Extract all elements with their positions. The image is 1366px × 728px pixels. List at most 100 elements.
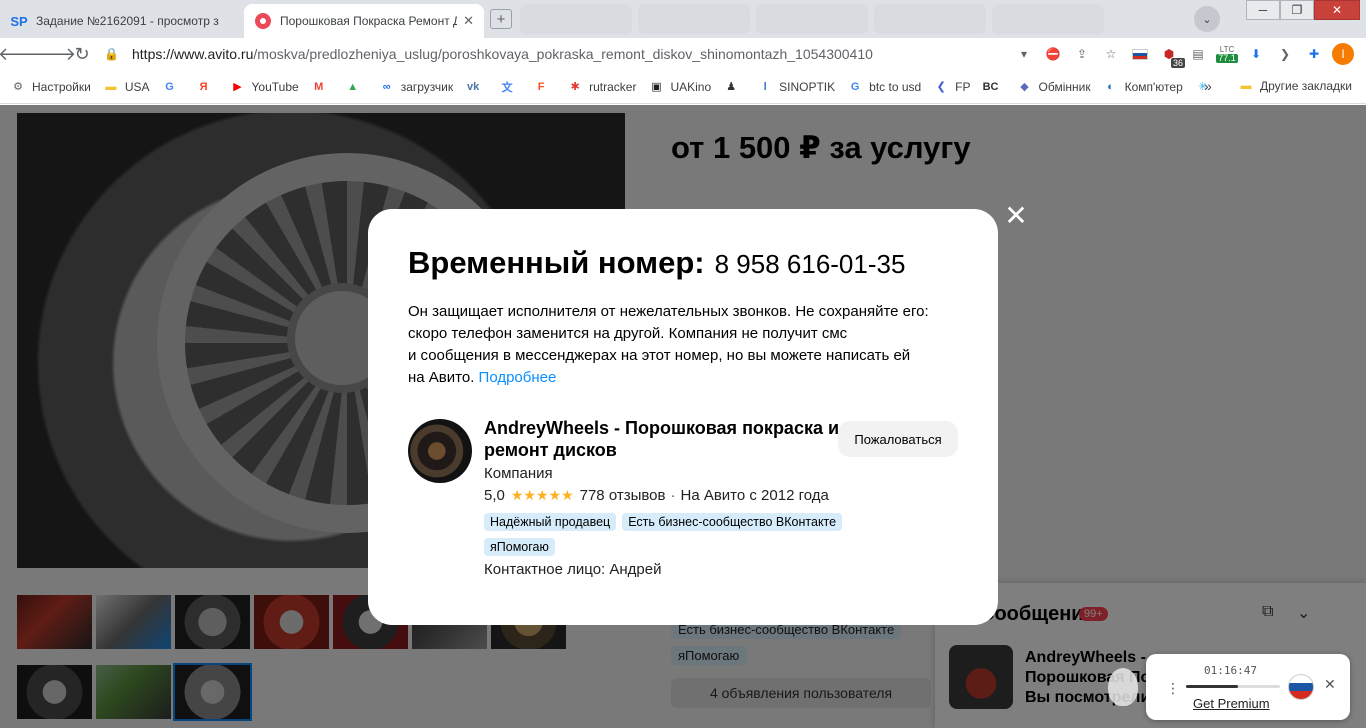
share-icon[interactable]: ⇪ <box>1070 42 1094 66</box>
google-icon: G <box>850 80 860 93</box>
reload-icon[interactable]: ↻ <box>70 42 94 66</box>
background-tab[interactable] <box>756 4 868 34</box>
bookmark-label: Комп'ютер <box>1124 79 1183 94</box>
tab-search-chevron-icon[interactable]: ⌄ <box>1194 6 1220 32</box>
gear-icon: ⚙ <box>13 81 23 93</box>
download-icon[interactable]: ⬇ <box>1244 42 1268 66</box>
bookmark-item[interactable]: ♟ <box>723 79 745 95</box>
widget-menu-icon[interactable]: ⋮ <box>1166 680 1180 697</box>
bookmark-label: btc to usd <box>869 79 922 94</box>
tab-title: Задание №2162091 - просмотр з <box>36 14 219 28</box>
bookmark-label: UAKino <box>670 79 712 94</box>
blocked-popup-icon[interactable]: ⛔ <box>1041 42 1065 66</box>
chrome-menu-icon[interactable]: ⚙ <box>1360 42 1366 66</box>
other-bookmarks[interactable]: ▬ Другие закладки <box>1238 78 1352 94</box>
background-tab[interactable] <box>992 4 1104 34</box>
widget-progress-bar <box>1186 685 1280 688</box>
background-tab[interactable] <box>520 4 632 34</box>
extensions-toolbar: ▾ ⛔ ⇪ ☆ ⬢36 ▤ LTC 77.1 ⬇ ❯ ✚ I ⚙ <box>1012 42 1366 68</box>
bookmark-item[interactable]: vk <box>465 79 487 95</box>
bookmark-item[interactable]: ∞ загрузчик <box>379 79 453 95</box>
background-tab[interactable] <box>638 4 750 34</box>
bookmark-item[interactable]: ▲ <box>345 79 367 95</box>
bookmark-item[interactable]: F <box>533 79 555 95</box>
ltc-value: 77.1 <box>1216 53 1238 63</box>
puzzle-extensions-icon[interactable]: ✚ <box>1302 42 1326 66</box>
seller-name[interactable]: AndreyWheels - Порошковая покраска и рем… <box>484 417 840 461</box>
rating-stars-icon: ★★★★★ <box>510 487 574 503</box>
bookmark-item[interactable]: 文 <box>499 79 521 95</box>
seller-type: Компания <box>484 465 553 482</box>
russian-flag-icon[interactable] <box>1288 674 1314 700</box>
modal-description: Он защищает исполнителя от нежелательных… <box>408 303 929 386</box>
rating-value: 5,0 <box>484 487 505 504</box>
bookmark-item[interactable]: ǀ SINOPTIK <box>757 79 836 95</box>
bookmark-item[interactable]: G <box>162 79 184 95</box>
bookmark-item[interactable]: Я <box>196 79 218 95</box>
gmail-icon: M <box>314 80 324 93</box>
other-bookmarks-label: Другие закладки <box>1260 79 1352 93</box>
modal-close-icon[interactable]: ✕ <box>1004 202 1028 230</box>
bookmark-item[interactable]: Gbtc to usd <box>847 79 921 95</box>
window-controls: ─ ❐ ✕ <box>1246 0 1360 20</box>
get-premium-link[interactable]: Get Premium <box>1193 696 1270 711</box>
background-tabs <box>520 4 1110 34</box>
bookmark-label: USA <box>124 79 150 94</box>
bookmark-star-icon[interactable]: ☆ <box>1099 42 1123 66</box>
member-since: На Авито с 2012 года <box>680 487 829 504</box>
minimize-button[interactable]: ─ <box>1246 0 1280 20</box>
url-host: https://www.avito.ru <box>132 46 254 62</box>
adblock-icon[interactable]: ⬢ 36 <box>1157 42 1185 68</box>
new-tab-button[interactable]: + <box>490 9 512 29</box>
f-icon: F <box>537 80 545 93</box>
google-icon: G <box>165 80 174 93</box>
url-field[interactable]: 🔒 https://www.avito.ru/moskva/predlozhen… <box>104 41 1022 67</box>
reviews-count[interactable]: 778 отзывов <box>580 487 666 504</box>
bookmark-item[interactable]: BC <box>983 79 1005 95</box>
bookmark-item[interactable]: ◐ Комп'ютер <box>1103 79 1183 95</box>
badge-vk-community: Есть бизнес-сообщество ВКонтакте <box>622 513 843 531</box>
bookmark-item[interactable]: ▶ YouTube <box>230 79 298 95</box>
bookmark-label: FP <box>955 79 971 94</box>
learn-more-link[interactable]: Подробнее <box>479 369 557 386</box>
bookmark-item[interactable]: ✱ rutracker <box>567 79 636 95</box>
bookmark-item[interactable]: ▣ UAKino <box>648 79 711 95</box>
bookmark-label: rutracker <box>589 79 637 94</box>
terminal-icon[interactable]: ❯ <box>1273 42 1297 66</box>
bookmarks-more-icon[interactable]: » <box>1204 78 1212 94</box>
badge-reliable-seller: Надёжный продавец <box>484 513 617 531</box>
folder-icon: ▬ <box>1240 80 1252 92</box>
vk-icon: vk <box>466 80 480 93</box>
translate-icon: 文 <box>501 81 513 94</box>
bookmark-item[interactable]: ◆ Обмінник <box>1017 79 1091 95</box>
profile-avatar[interactable]: I <box>1331 42 1355 66</box>
bookmark-item[interactable]: ❮ FP <box>933 79 971 95</box>
extension-generic-icon[interactable]: ▤ <box>1186 42 1210 66</box>
bookmark-item[interactable]: ⚙ Настройки <box>10 79 91 95</box>
infinity-icon: ∞ <box>382 80 391 93</box>
bookmark-item[interactable]: M <box>311 79 333 95</box>
temporary-number-modal: Временный номер: 8 958 616-01-35 Он защи… <box>368 209 998 625</box>
maximize-button[interactable]: ❐ <box>1280 0 1314 20</box>
tab-zadanie[interactable]: SP Задание №2162091 - просмотр з <box>0 4 242 38</box>
fp-icon: ❮ <box>936 81 946 93</box>
russian-flag-icon[interactable] <box>1128 42 1152 66</box>
widget-timer: 01:16:47 <box>1204 664 1257 677</box>
seller-avatar[interactable] <box>408 419 472 483</box>
tab-title: Порошковая Покраска Ремонт Д <box>280 14 458 28</box>
dropdown-arrow-icon[interactable]: ▾ <box>1012 42 1036 66</box>
complaint-button[interactable]: Пожаловаться <box>838 421 958 457</box>
forward-arrow-icon[interactable]: 🡒 <box>28 42 76 66</box>
window-close-button[interactable]: ✕ <box>1314 0 1360 20</box>
tab-bar: SP Задание №2162091 - просмотр з Порошко… <box>0 0 1366 38</box>
tab-close-icon[interactable]: ✕ <box>463 13 474 29</box>
youtube-icon: ▶ <box>233 81 242 93</box>
bookmark-label: Обмінник <box>1038 79 1091 94</box>
background-tab[interactable] <box>874 4 986 34</box>
uakino-icon: ▣ <box>651 81 662 93</box>
widget-close-icon[interactable]: ✕ <box>1324 676 1336 693</box>
lock-icon: 🔒 <box>104 47 119 61</box>
tab-avito[interactable]: Порошковая Покраска Ремонт Д ✕ <box>244 4 484 38</box>
ltc-price-icon[interactable]: LTC 77.1 <box>1215 42 1239 66</box>
bookmark-item[interactable]: ▬ USA <box>103 79 150 95</box>
